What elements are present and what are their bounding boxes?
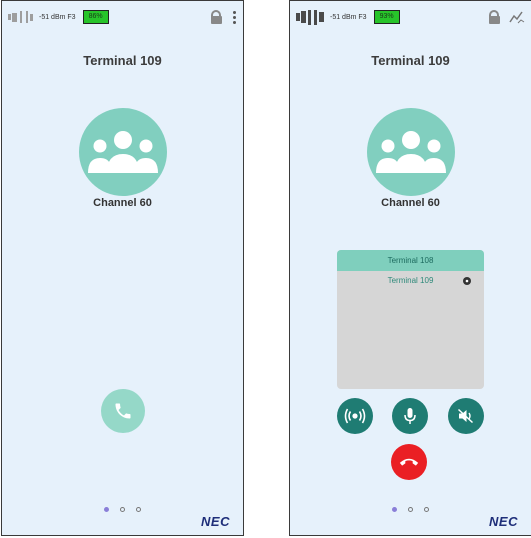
participant-list-header[interactable]: Terminal 108 bbox=[337, 250, 484, 271]
unlock-icon[interactable] bbox=[487, 10, 501, 24]
page-indicator bbox=[290, 507, 531, 512]
participant-list: Terminal 108 Terminal 109 bbox=[337, 250, 484, 389]
page-dot[interactable] bbox=[104, 507, 109, 512]
more-vertical-icon[interactable] bbox=[231, 10, 237, 24]
microphone-icon bbox=[404, 408, 416, 424]
channel-label: Channel 60 bbox=[93, 197, 152, 209]
list-item[interactable]: Terminal 109 bbox=[337, 271, 484, 291]
battery-indicator: 86% bbox=[82, 10, 109, 24]
group-icon bbox=[367, 108, 455, 196]
brand-logo: NEC bbox=[489, 514, 518, 529]
participant-name: Terminal 109 bbox=[387, 276, 434, 285]
page-dot[interactable] bbox=[136, 507, 141, 512]
ptt-button[interactable] bbox=[337, 398, 373, 434]
microphone-button[interactable] bbox=[392, 398, 428, 434]
broadcast-icon bbox=[344, 408, 366, 424]
call-button[interactable] bbox=[101, 389, 145, 433]
terminal-title: Terminal 109 bbox=[83, 53, 162, 68]
phone-icon bbox=[115, 403, 131, 419]
signal-readout: -51 dBm F3 bbox=[330, 13, 367, 21]
signal-chart-icon[interactable] bbox=[509, 10, 525, 24]
phone-screen-idle: -51 dBm F3 86% Terminal 109 Channel 60 N… bbox=[1, 0, 244, 536]
brand-logo: NEC bbox=[201, 514, 230, 529]
end-call-icon bbox=[399, 458, 419, 466]
page-dot[interactable] bbox=[424, 507, 429, 512]
page-dot[interactable] bbox=[120, 507, 125, 512]
channel-label: Channel 60 bbox=[381, 197, 440, 209]
unlock-icon[interactable] bbox=[209, 10, 223, 24]
group-icon bbox=[79, 108, 167, 196]
speaking-icon bbox=[463, 277, 471, 285]
battery-indicator: 93% bbox=[373, 10, 400, 24]
status-bar: -51 dBm F3 86% bbox=[8, 9, 237, 25]
signal-strength-icon bbox=[296, 9, 324, 25]
speaker-mute-button[interactable] bbox=[448, 398, 484, 434]
end-call-button[interactable] bbox=[391, 444, 427, 480]
page-indicator bbox=[2, 507, 243, 512]
signal-strength-icon bbox=[8, 11, 33, 23]
speaker-mute-icon bbox=[457, 408, 474, 424]
terminal-title: Terminal 109 bbox=[371, 53, 450, 68]
page-dot[interactable] bbox=[408, 507, 413, 512]
status-bar: -51 dBm F3 93% bbox=[296, 9, 525, 25]
signal-readout: -51 dBm F3 bbox=[39, 13, 76, 21]
page-dot[interactable] bbox=[392, 507, 397, 512]
phone-screen-in-call: -51 dBm F3 93% Terminal 109 Channel 60 T… bbox=[289, 0, 531, 536]
